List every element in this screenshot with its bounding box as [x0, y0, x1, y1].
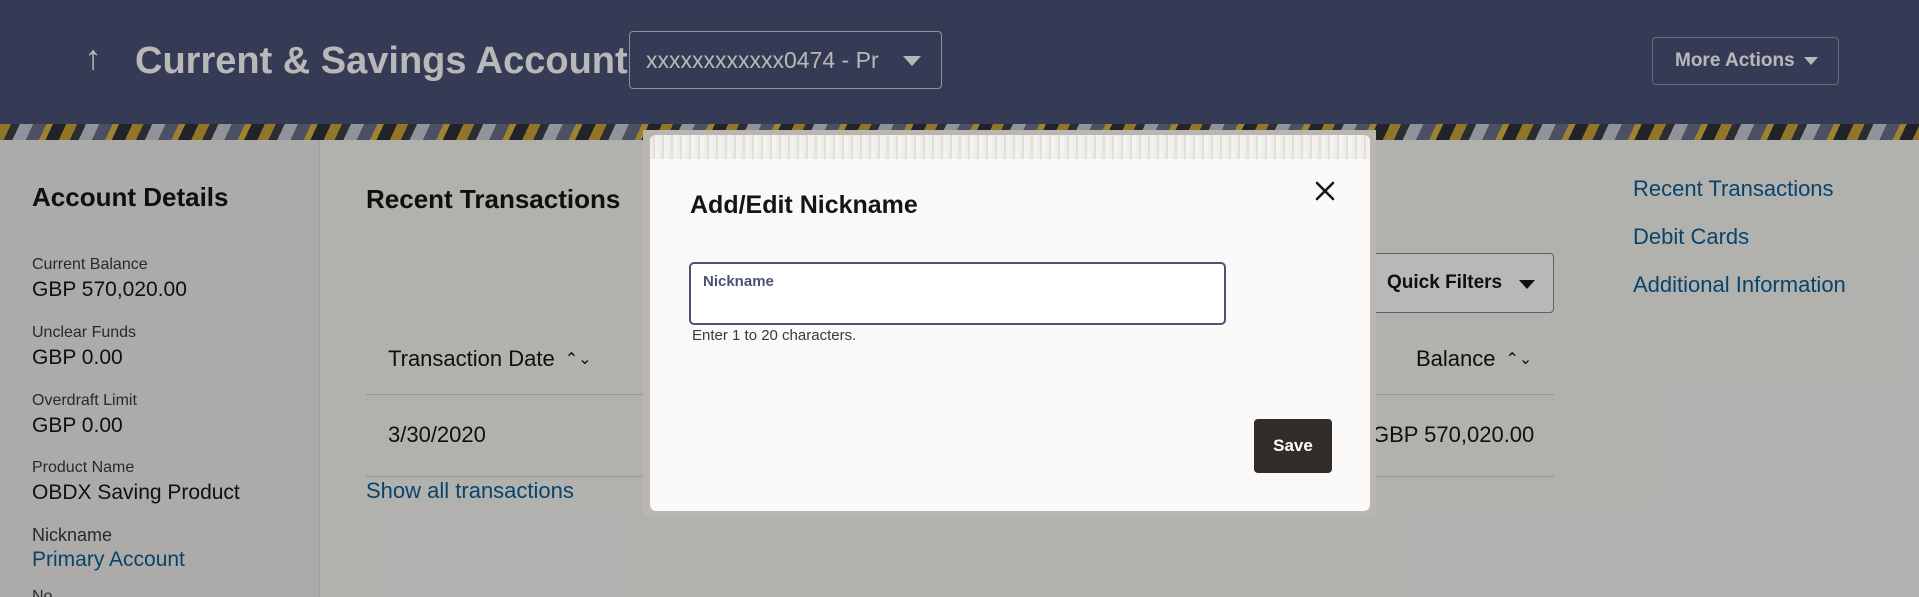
- nickname-input[interactable]: [703, 292, 1203, 318]
- page: ↑ Current & Savings Account xxxxxxxxxxxx…: [0, 0, 1919, 597]
- save-button[interactable]: Save: [1254, 419, 1332, 473]
- close-icon[interactable]: [1307, 173, 1343, 209]
- nickname-modal: Add/Edit Nickname Nickname Enter 1 to 20…: [650, 135, 1370, 511]
- modal-header-texture: [650, 135, 1370, 159]
- nickname-field-label: Nickname: [703, 273, 774, 290]
- nickname-field[interactable]: Nickname: [689, 262, 1226, 325]
- nickname-help-text: Enter 1 to 20 characters.: [692, 327, 857, 344]
- modal-title: Add/Edit Nickname: [690, 191, 918, 219]
